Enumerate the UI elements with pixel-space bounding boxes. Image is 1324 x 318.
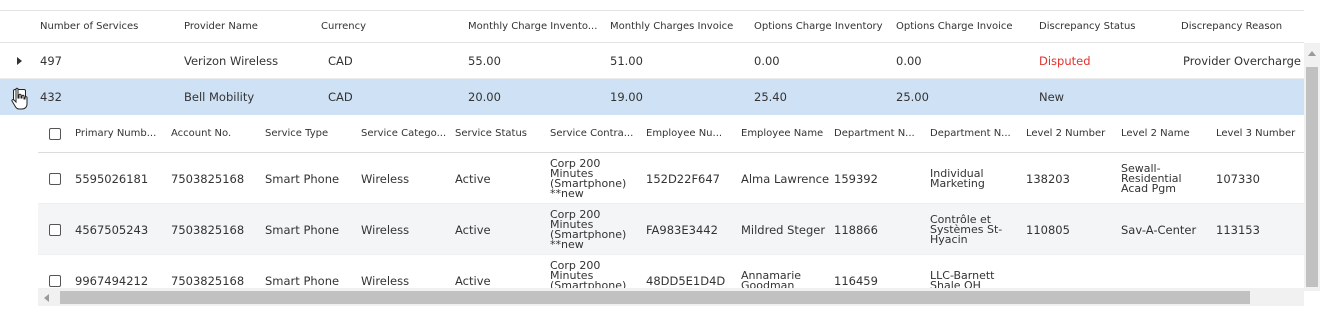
header-service-contract[interactable]: Service Contra...	[550, 115, 640, 153]
cell-account-no: 7503825168	[171, 171, 245, 186]
header-department-name[interactable]: Department N...	[930, 115, 1020, 153]
header-monthly-charge-inventory[interactable]: Monthly Charge Invento...	[468, 11, 606, 42]
cell-service-category: Wireless	[361, 222, 410, 237]
cell-currency: CAD	[328, 54, 353, 68]
cell-options-charge-invoice: 0.00	[896, 54, 922, 68]
header-service-category[interactable]: Service Catego...	[361, 115, 451, 153]
table-row[interactable]: 9967494212 7503825168 Smart Phone Wirele…	[38, 255, 1304, 289]
cell-department-name: Individual Marketing	[930, 166, 985, 190]
cell-primary-number: 5595026181	[75, 171, 149, 186]
cell-employee-number: FA983E3442	[646, 222, 718, 237]
cell-provider-name: Verizon Wireless	[184, 54, 279, 68]
header-account-no[interactable]: Account No.	[171, 115, 261, 153]
cell-service-category: Wireless	[361, 171, 410, 186]
cell-monthly-charges-invoice: 19.00	[610, 90, 643, 104]
header-level-2-name[interactable]: Level 2 Name	[1121, 115, 1211, 153]
cell-employee-name: Alma Lawrence	[741, 171, 830, 186]
cell-account-no: 7503825168	[171, 273, 245, 288]
table-row-selected[interactable]: 432 Bell Mobility CAD 20.00 19.00 25.40 …	[0, 79, 1304, 115]
cell-number-of-services: 497	[40, 54, 62, 68]
cell-department-name: Contrôle et Systèmes St-Hyacin	[930, 212, 1003, 246]
scrollbar-thumb[interactable]	[1306, 67, 1318, 287]
hand-pointer-icon	[11, 87, 28, 110]
cell-options-charge-invoice: 25.00	[896, 90, 929, 104]
outer-table-header: Number of Services Provider Name Currenc…	[0, 10, 1304, 43]
cell-level-3-number: 107330	[1216, 171, 1260, 186]
cell-currency: CAD	[328, 90, 353, 104]
cell-discrepancy-reason: Provider Overcharge	[1183, 54, 1301, 68]
row-checkbox[interactable]	[49, 275, 61, 287]
cell-department-number: 116459	[834, 273, 878, 288]
header-provider-name[interactable]: Provider Name	[184, 11, 304, 42]
cell-level-2-name: Sav-A-Center	[1121, 222, 1197, 237]
cell-service-type: Smart Phone	[265, 222, 340, 237]
cell-options-charge-inventory: 25.40	[754, 90, 787, 104]
cell-account-no: 7503825168	[171, 222, 245, 237]
select-all-checkbox[interactable]	[49, 128, 61, 140]
header-department-number[interactable]: Department N...	[834, 115, 924, 153]
cell-service-type: Smart Phone	[265, 273, 340, 288]
table-row[interactable]: 4567505243 7503825168 Smart Phone Wirele…	[38, 204, 1304, 255]
detail-table-header: Primary Numb... Account No. Service Type…	[38, 115, 1304, 153]
cell-service-status: Active	[455, 222, 491, 237]
header-level-3-number[interactable]: Level 3 Number	[1216, 115, 1304, 153]
cell-monthly-charge-inventory: 55.00	[468, 54, 501, 68]
cell-level-2-name: Sewall-Residential Acad Pgm	[1121, 161, 1182, 195]
scroll-left-icon[interactable]	[44, 294, 49, 302]
header-discrepancy-status[interactable]: Discrepancy Status	[1039, 11, 1169, 42]
cell-service-contract: Corp 200 Minutes (Smartphone) **new	[550, 207, 627, 251]
cell-primary-number: 4567505243	[75, 222, 149, 237]
cell-level-2-number: 138203	[1026, 171, 1070, 186]
vertical-scrollbar[interactable]	[1304, 43, 1320, 291]
cell-service-status: Active	[455, 171, 491, 186]
chevron-right-icon[interactable]	[17, 57, 22, 65]
header-primary-number[interactable]: Primary Numb...	[75, 115, 167, 153]
cell-employee-number: 152D22F647	[646, 171, 721, 186]
header-level-2-number[interactable]: Level 2 Number	[1026, 115, 1116, 153]
cell-department-number: 159392	[834, 171, 878, 186]
table-row[interactable]: 497 Verizon Wireless CAD 55.00 51.00 0.0…	[0, 43, 1304, 79]
header-employee-name[interactable]: Employee Name	[741, 115, 831, 153]
header-service-status[interactable]: Service Status	[455, 115, 545, 153]
cell-provider-name: Bell Mobility	[184, 90, 255, 104]
status-badge: New	[1039, 90, 1065, 104]
header-options-charge-inventory[interactable]: Options Charge Inventory	[754, 11, 894, 42]
cell-level-2-number: 110805	[1026, 222, 1070, 237]
cell-options-charge-inventory: 0.00	[754, 54, 780, 68]
cell-monthly-charge-inventory: 20.00	[468, 90, 501, 104]
cell-level-3-number: 113153	[1216, 222, 1260, 237]
cell-department-name: LLC-Barnett Shale OH	[930, 268, 995, 289]
cell-primary-number: 9967494212	[75, 273, 149, 288]
row-checkbox[interactable]	[49, 224, 61, 236]
header-options-charge-invoice[interactable]: Options Charge Invoice	[896, 11, 1021, 42]
cell-monthly-charges-invoice: 51.00	[610, 54, 643, 68]
cell-employee-name: Mildred Steger	[741, 222, 826, 237]
header-employee-number[interactable]: Employee Nu...	[646, 115, 736, 153]
scrollbar-thumb[interactable]	[60, 291, 1250, 304]
row-checkbox[interactable]	[49, 173, 61, 185]
header-number-of-services[interactable]: Number of Services	[40, 11, 170, 42]
cell-department-number: 118866	[834, 222, 878, 237]
cell-service-contract: Corp 200 Minutes (Smartphone) **new	[550, 156, 627, 200]
header-monthly-charges-invoice[interactable]: Monthly Charges Invoice	[610, 11, 750, 42]
header-currency[interactable]: Currency	[321, 11, 401, 42]
detail-table: Primary Numb... Account No. Service Type…	[38, 115, 1304, 312]
cell-service-category: Wireless	[361, 273, 410, 288]
cell-service-type: Smart Phone	[265, 171, 340, 186]
header-service-type[interactable]: Service Type	[265, 115, 355, 153]
status-badge: Disputed	[1039, 54, 1091, 68]
cell-service-contract: Corp 200 Minutes (Smartphone) **new	[550, 258, 627, 289]
header-discrepancy-reason[interactable]: Discrepancy Reason	[1181, 11, 1301, 42]
horizontal-scrollbar[interactable]	[38, 289, 1304, 306]
cell-number-of-services: 432	[40, 90, 62, 104]
cell-service-status: Active	[455, 273, 491, 288]
cell-employee-name: Annamarie Goodman	[741, 268, 802, 289]
scroll-up-icon[interactable]	[1308, 51, 1316, 56]
table-row[interactable]: 5595026181 7503825168 Smart Phone Wirele…	[38, 153, 1304, 204]
cell-employee-number: 48DD5E1D4D	[646, 273, 726, 288]
